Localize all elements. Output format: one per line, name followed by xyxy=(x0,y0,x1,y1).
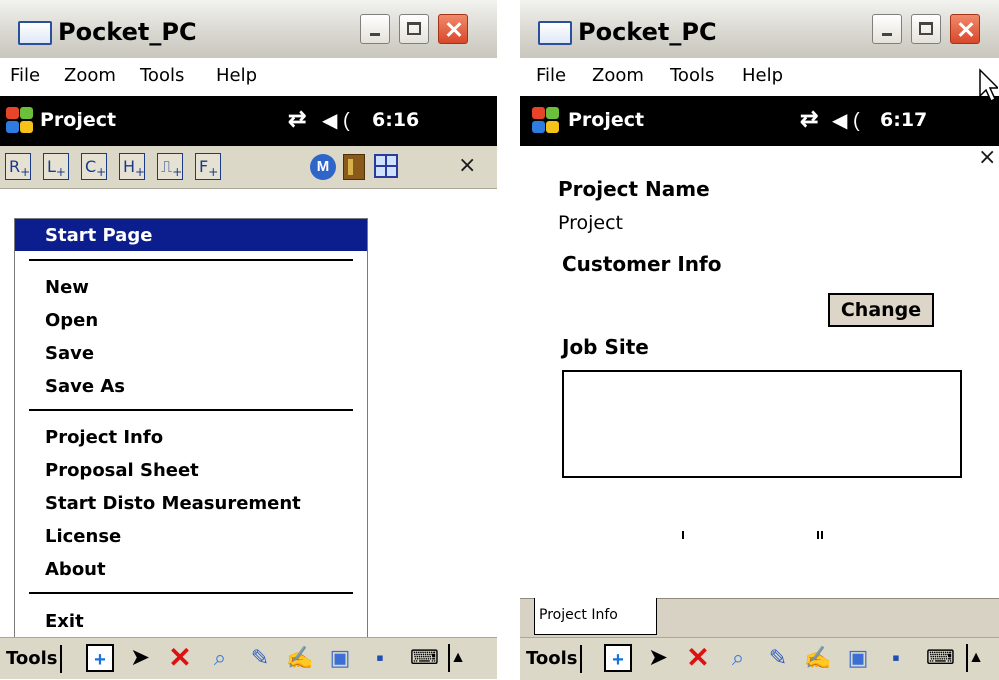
clock[interactable]: 6:16 xyxy=(372,109,419,131)
windows-flag-icon[interactable] xyxy=(530,105,560,135)
app-icon xyxy=(538,21,572,45)
keyboard-icon[interactable]: ⌨ xyxy=(410,644,439,672)
pointer-icon[interactable]: ➤ xyxy=(126,644,154,672)
menu-divider xyxy=(29,409,353,411)
pointer-icon[interactable]: ➤ xyxy=(644,644,672,672)
artifact-mark xyxy=(821,531,823,539)
menu-bar: File Zoom Tools Help xyxy=(0,58,497,97)
device-header: Project ⇄ ◀︎ ( 6:17 xyxy=(520,96,999,146)
delete-icon[interactable]: ✕ xyxy=(166,644,194,672)
window-title: Pocket_PC xyxy=(58,18,197,46)
search-icon[interactable]: ⌕ xyxy=(724,644,752,672)
menu-zoom[interactable]: Zoom xyxy=(592,65,644,86)
up-arrow-icon[interactable]: ▲ xyxy=(966,644,984,672)
menu-item-save-as[interactable]: Save As xyxy=(45,376,125,397)
mouse-cursor-icon xyxy=(979,68,998,103)
windows-flag-icon[interactable] xyxy=(4,105,34,135)
sync-icon[interactable]: ⇄ xyxy=(288,106,306,132)
pen-icon[interactable]: ✎ xyxy=(764,644,792,672)
menu-file[interactable]: File xyxy=(10,65,40,86)
menu-help[interactable]: Help xyxy=(216,65,257,86)
window-grid-icon[interactable] xyxy=(374,154,398,178)
note-icon[interactable]: ✍ xyxy=(286,644,314,672)
app-icon xyxy=(18,21,52,45)
menu-item-proposal-sheet[interactable]: Proposal Sheet xyxy=(45,460,199,481)
close-icon[interactable]: × xyxy=(458,153,476,178)
tab-project-info[interactable]: Project Info xyxy=(534,598,657,635)
save-icon[interactable]: ▪ xyxy=(366,644,394,672)
plus-icon[interactable]: + xyxy=(604,644,632,672)
save-icon[interactable]: ▪ xyxy=(882,644,910,672)
rect-tool-button[interactable]: R+ xyxy=(5,153,31,180)
search-icon[interactable]: ⌕ xyxy=(206,644,234,672)
menu-help[interactable]: Help xyxy=(742,65,783,86)
circle-tool-button[interactable]: C+ xyxy=(81,153,107,180)
window-icon[interactable]: ▣ xyxy=(326,644,354,672)
start-page-label: Start Page xyxy=(45,225,153,246)
start-menu: Start Page New Open Save Save As Project… xyxy=(14,218,368,638)
menu-bar: File Zoom Tools Help xyxy=(520,58,999,97)
pen-icon[interactable]: ✎ xyxy=(246,644,274,672)
menu-divider xyxy=(29,592,353,594)
close-icon[interactable]: × xyxy=(978,145,996,170)
close-button[interactable] xyxy=(438,14,468,44)
menu-tools[interactable]: Tools xyxy=(140,65,184,86)
tools-menu[interactable]: Tools xyxy=(524,645,582,673)
title-bar: Pocket_PC xyxy=(0,0,497,59)
draw-toolbar: R+ L+ C+ H+ ⎍+ F+ M × xyxy=(0,146,497,189)
step-tool-button[interactable]: ⎍+ xyxy=(157,153,183,180)
window-icon[interactable]: ▣ xyxy=(844,644,872,672)
maximize-button[interactable] xyxy=(911,14,941,44)
menu-item-start-disto[interactable]: Start Disto Measurement xyxy=(45,493,301,514)
menu-item-exit[interactable]: Exit xyxy=(45,611,84,632)
left-window: Pocket_PC File Zoom Tools Help Project ⇄… xyxy=(0,0,497,679)
menu-item-new[interactable]: New xyxy=(45,277,89,298)
bottom-toolbar: Tools + ➤ ✕ ⌕ ✎ ✍ ▣ ▪ ⌨ ▲ xyxy=(0,637,497,679)
customer-info-label: Customer Info xyxy=(562,252,722,276)
h-tool-button[interactable]: H+ xyxy=(119,153,145,180)
project-name-label: Project Name xyxy=(558,177,710,201)
note-icon[interactable]: ✍ xyxy=(804,644,832,672)
tools-menu[interactable]: Tools xyxy=(4,645,62,673)
menu-item-open[interactable]: Open xyxy=(45,310,98,331)
artifact-mark xyxy=(682,531,684,539)
menu-divider xyxy=(29,259,353,261)
project-name-value: Project xyxy=(558,212,624,234)
window-title: Pocket_PC xyxy=(578,18,717,46)
close-button[interactable] xyxy=(950,14,980,44)
door-icon[interactable] xyxy=(343,154,365,180)
device-header: Project ⇄ ◀︎ ( 6:16 xyxy=(0,96,497,146)
menu-zoom[interactable]: Zoom xyxy=(64,65,116,86)
menu-item-save[interactable]: Save xyxy=(45,343,94,364)
measure-icon[interactable]: M xyxy=(310,154,336,180)
menu-file[interactable]: File xyxy=(536,65,566,86)
speaker-icon[interactable]: ◀︎ ( xyxy=(322,108,350,133)
start-page-item[interactable]: Start Page xyxy=(15,219,367,251)
header-title: Project xyxy=(568,109,645,131)
delete-icon[interactable]: ✕ xyxy=(684,644,712,672)
title-bar: Pocket_PC xyxy=(520,0,999,59)
menu-item-license[interactable]: License xyxy=(45,526,121,547)
tab-bar: Project Info xyxy=(520,598,999,637)
change-button[interactable]: Change xyxy=(828,293,934,327)
plus-icon[interactable]: + xyxy=(86,644,114,672)
header-title: Project xyxy=(40,109,117,131)
job-site-label: Job Site xyxy=(562,335,649,359)
line-tool-button[interactable]: L+ xyxy=(43,153,69,180)
speaker-icon[interactable]: ◀︎ ( xyxy=(832,108,860,133)
sync-icon[interactable]: ⇄ xyxy=(800,106,818,132)
minimize-button[interactable] xyxy=(360,14,390,44)
menu-item-about[interactable]: About xyxy=(45,559,106,580)
job-site-field[interactable] xyxy=(562,370,962,478)
minimize-button[interactable] xyxy=(872,14,902,44)
menu-tools[interactable]: Tools xyxy=(670,65,714,86)
clock[interactable]: 6:17 xyxy=(880,109,927,131)
menu-item-project-info[interactable]: Project Info xyxy=(45,427,163,448)
maximize-button[interactable] xyxy=(399,14,429,44)
artifact-mark xyxy=(817,531,819,539)
up-arrow-icon[interactable]: ▲ xyxy=(448,644,466,672)
f-tool-button[interactable]: F+ xyxy=(195,153,221,180)
bottom-toolbar: Tools + ➤ ✕ ⌕ ✎ ✍ ▣ ▪ ⌨ ▲ xyxy=(520,637,999,680)
keyboard-icon[interactable]: ⌨ xyxy=(926,644,955,672)
